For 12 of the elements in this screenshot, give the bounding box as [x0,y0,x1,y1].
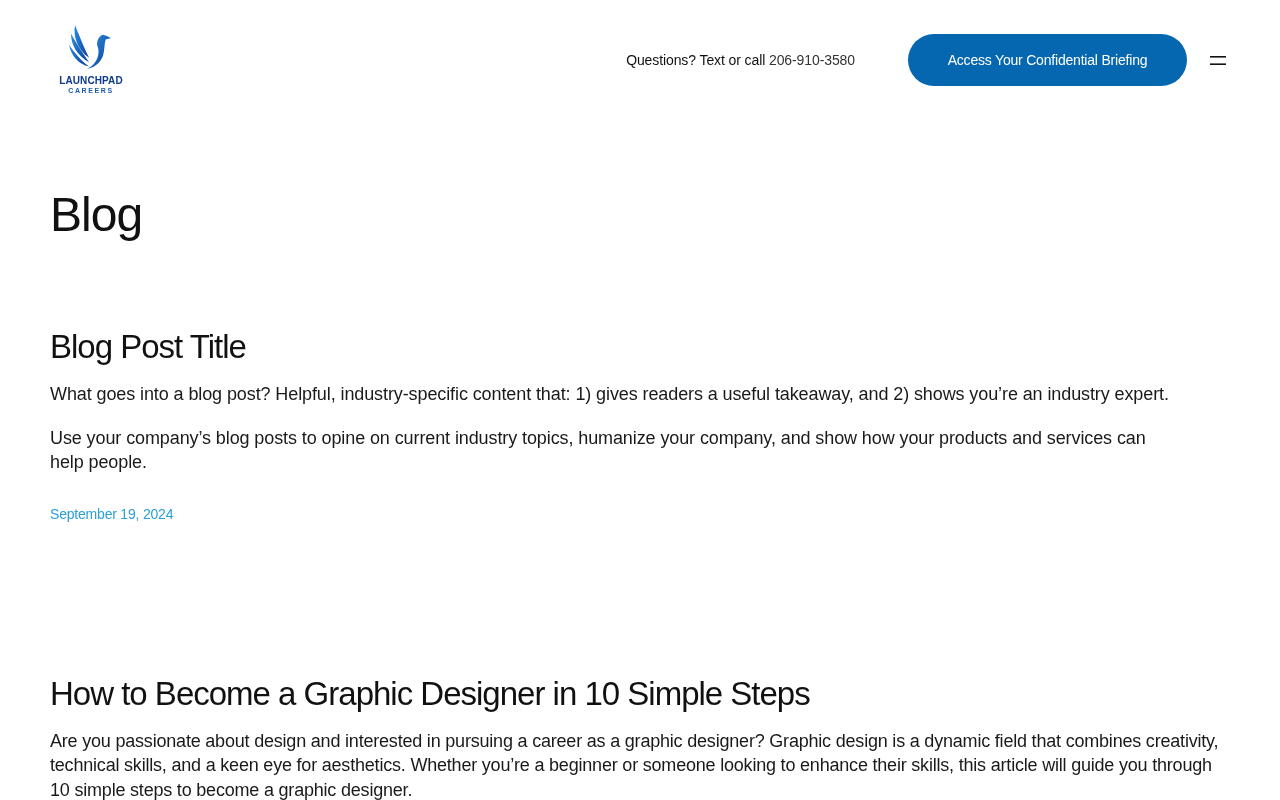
briefing-button[interactable]: Access Your Confidential Briefing [908,34,1187,86]
post-excerpt: What goes into a blog post? Helpful, industry-specific content that: 1) gives readers a useful takeaway, and 2) shows you’re an industry expert. [50,383,1170,406]
post-date: September 19, 2024 [50,504,174,524]
contact-text: Questions? Text or call 206-910-3580 [626,51,855,70]
menu-icon[interactable] [1210,55,1226,65]
post-title[interactable]: How to Become a Graphic Designer in 10 Simple Steps [50,673,810,714]
post-title[interactable]: Blog Post Title [50,327,246,367]
post-excerpt: Use your company’s blog posts to opine on current industry topics, humanize your company, and show how your products and services can help people. [50,426,1147,474]
logo-text: LAUNCHPAD [59,75,123,86]
post-excerpt: Are you passionate about design and interested in pursuing a career as a graphic designer? Graphic design is a dynamic field that combines creativity, technical skills, and a keen eye for aesthetics. Whether you’re a beginner or someone looking to enhance their skills, this article will guide you through 10 simple steps to become a graphic designer. [50,729,1220,800]
page-title: Blog [50,187,143,243]
phone-link[interactable]: 206-910-3580 [769,52,855,68]
